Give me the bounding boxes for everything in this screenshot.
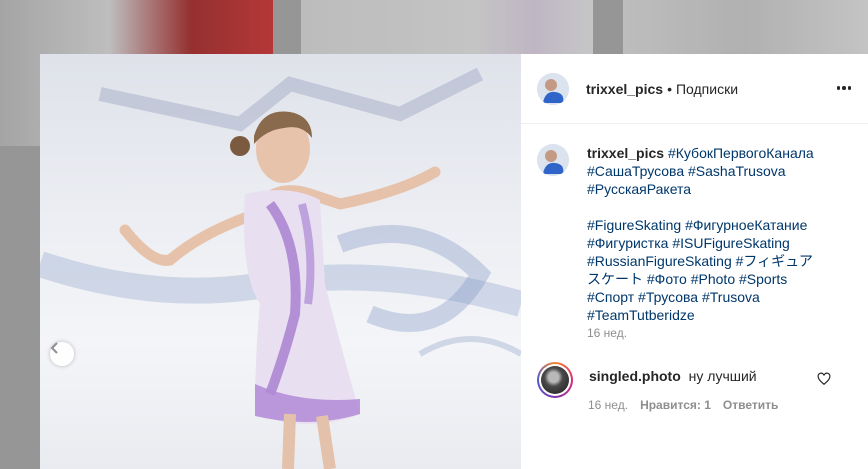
- comment-timestamp[interactable]: 16 нед.: [588, 398, 628, 412]
- hashtag-link[interactable]: #Спорт: [587, 289, 634, 305]
- more-dot: [847, 86, 852, 90]
- hashtag-link[interactable]: #ISUFigureSkating: [672, 235, 790, 251]
- author-avatar[interactable]: [537, 72, 569, 105]
- previous-photo-button[interactable]: [50, 342, 74, 366]
- caption-username[interactable]: trixxel_pics: [587, 145, 664, 161]
- author-username[interactable]: trixxel_pics: [586, 81, 663, 97]
- hashtags-line-2: #FigureSkating #ФигурноеКатание #Фигурис…: [587, 217, 813, 323]
- hashtag-link[interactable]: #Photo: [691, 271, 735, 287]
- reply-button[interactable]: Ответить: [723, 398, 778, 412]
- post-header: trixxel_pics • Подписки: [521, 54, 868, 124]
- chevron-left-icon: [50, 342, 58, 354]
- comment-text: ну лучший: [688, 368, 757, 384]
- following-button[interactable]: Подписки: [676, 81, 738, 97]
- separator-dot: •: [667, 80, 672, 97]
- hashtag-link[interactable]: #Sports: [739, 271, 787, 287]
- caption-avatar-image: [537, 144, 569, 176]
- author-avatar-image: [537, 72, 569, 105]
- commenter-username[interactable]: singled.photo: [589, 368, 681, 384]
- hashtag-link[interactable]: #ФигурноеКатание: [685, 217, 807, 233]
- hashtag-link[interactable]: #РусскаяРакета: [587, 181, 691, 197]
- hashtag-link[interactable]: #SashaTrusova: [688, 163, 786, 179]
- post-modal: trixxel_pics • Подписки trixxel_pics #Ку…: [40, 54, 868, 469]
- hashtag-link[interactable]: #RussianFigureSkating: [587, 253, 732, 269]
- hashtag-link[interactable]: #Фото: [647, 271, 687, 287]
- caption-avatar[interactable]: [537, 144, 569, 176]
- hashtag-link[interactable]: #FigureSkating: [587, 217, 681, 233]
- commenter-avatar[interactable]: [537, 362, 573, 398]
- comment-item: singled.photo ну лучший: [537, 362, 852, 398]
- hashtag-link[interactable]: #Фигуристка: [587, 235, 668, 251]
- comment-meta: 16 нед. Нравится: 1 Ответить: [588, 398, 778, 412]
- comment-likes[interactable]: Нравится: 1: [640, 398, 711, 412]
- caption-text: trixxel_pics #КубокПервогоКанала #СашаТр…: [587, 144, 817, 324]
- post-timestamp[interactable]: 16 нед.: [587, 326, 627, 340]
- heart-outline-icon[interactable]: [817, 372, 831, 386]
- more-horizontal-icon: [836, 86, 841, 90]
- hashtag-link[interactable]: #TeamTutberidze: [587, 307, 695, 323]
- figure-skater-image: [40, 67, 521, 469]
- hashtag-link[interactable]: #КубокПервогоКанала: [668, 145, 814, 161]
- comment-body: singled.photo ну лучший: [589, 368, 757, 398]
- commenter-avatar-ring: [539, 364, 571, 396]
- commenter-avatar-image: [541, 366, 569, 394]
- post-details-panel: trixxel_pics • Подписки trixxel_pics #Ку…: [521, 54, 868, 469]
- more-dot: [842, 86, 846, 90]
- more-options-button[interactable]: [834, 80, 854, 96]
- post-photo: [40, 54, 521, 469]
- hashtag-link[interactable]: #Трусова: [638, 289, 698, 305]
- hashtag-link[interactable]: #Trusova: [702, 289, 760, 305]
- hashtag-link[interactable]: #СашаТрусова: [587, 163, 684, 179]
- post-caption: trixxel_pics #КубокПервогоКанала #СашаТр…: [537, 144, 857, 324]
